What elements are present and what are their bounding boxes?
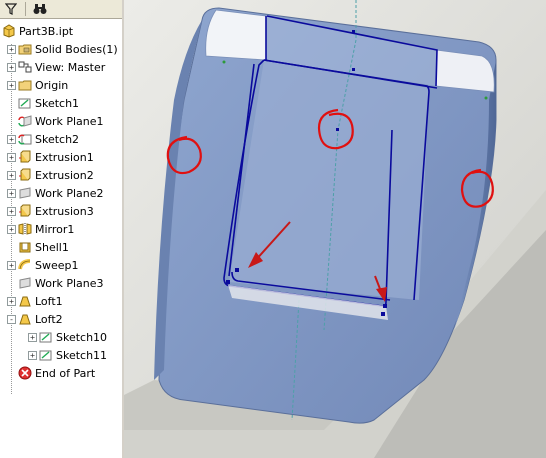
tree-item-solid-bodies-1[interactable]: + Solid Bodies(1) [7, 40, 118, 58]
tree-item-label: Sketch10 [56, 330, 108, 344]
folder-solid-icon [18, 42, 32, 56]
tree-item-sketch2[interactable]: + Sketch2 [7, 130, 79, 148]
expander-toggle[interactable]: + [7, 170, 16, 180]
tree-item-label: Sketch2 [35, 132, 80, 146]
expander-toggle[interactable]: + [7, 224, 16, 234]
tree-item-label: Sketch1 [35, 96, 80, 110]
loft-icon [18, 294, 32, 308]
expander-toggle[interactable]: - [7, 314, 16, 324]
model-browser: Part3B.ipt + Solid Bodies(1) + View: Master… [0, 0, 124, 458]
tree-item-loft2[interactable]: - Loft2 [7, 310, 63, 328]
tree-item-label: Shell1 [35, 240, 69, 254]
tree-item-sketch11[interactable]: + Sketch11 [28, 346, 107, 364]
tree-item-mirror1[interactable]: + Mirror1 [7, 220, 74, 238]
loft-icon [18, 312, 32, 326]
workplane-icon [18, 276, 32, 290]
feature-tree: Part3B.ipt + Solid Bodies(1) + View: Master… [0, 20, 122, 458]
expander-toggle[interactable]: + [7, 134, 16, 144]
expander-toggle[interactable]: + [7, 80, 16, 90]
binoculars-icon[interactable] [32, 2, 48, 17]
view-icon [18, 60, 32, 74]
tree-item-extrusion1[interactable]: + Extrusion1 [7, 148, 94, 166]
tree-item-label: Work Plane2 [35, 186, 104, 200]
sketch-icon [18, 96, 32, 110]
tree-item-extrusion2[interactable]: + Extrusion2 [7, 166, 94, 184]
part-icon [2, 24, 16, 38]
tree-item-label: Solid Bodies(1) [35, 42, 118, 56]
tree-item-label: Sketch11 [56, 348, 108, 362]
tree-item-label: Sweep1 [35, 258, 79, 272]
tree-item-loft1[interactable]: + Loft1 [7, 292, 63, 310]
expander-toggle[interactable]: + [28, 332, 37, 342]
tree-item-label: Mirror1 [35, 222, 75, 236]
toolbar-separator [25, 2, 26, 16]
tree-item-work-plane3[interactable]: Work Plane3 [7, 274, 104, 292]
model-view[interactable] [124, 0, 546, 458]
tree-item-view-master[interactable]: + View: Master [7, 58, 105, 76]
tree-root[interactable]: Part3B.ipt [2, 22, 73, 40]
workplane-icon [18, 186, 32, 200]
sketch-icon [39, 348, 53, 362]
tree-item-label: Origin [35, 78, 69, 92]
extrusion-icon [18, 150, 32, 164]
sketch-shared-icon [18, 132, 32, 146]
expander-toggle[interactable]: + [7, 296, 16, 306]
tree-item-label: Work Plane3 [35, 276, 104, 290]
tree-item-label: Extrusion3 [35, 204, 94, 218]
tree-item-label: View: Master [35, 60, 106, 74]
tree-item-work-plane2[interactable]: + Work Plane2 [7, 184, 104, 202]
mirror-icon [18, 222, 32, 236]
expander-toggle[interactable]: + [7, 260, 16, 270]
tree-item-end-of-part[interactable]: End of Part [7, 364, 95, 382]
expander-toggle[interactable]: + [7, 188, 16, 198]
browser-toolbar [0, 0, 122, 19]
tree-item-sketch10[interactable]: + Sketch10 [28, 328, 107, 346]
top-left-face [205, 9, 267, 61]
expander-toggle[interactable]: + [7, 62, 16, 72]
tree-item-origin[interactable]: + Origin [7, 76, 68, 94]
sweep-icon [18, 258, 32, 272]
tree-item-label: Extrusion2 [35, 168, 94, 182]
tree-item-label: Work Plane1 [35, 114, 104, 128]
sketch-icon [39, 330, 53, 344]
tree-item-sweep1[interactable]: + Sweep1 [7, 256, 79, 274]
expander-toggle[interactable]: + [7, 44, 16, 54]
tree-item-sketch1[interactable]: Sketch1 [7, 94, 79, 112]
expander-toggle[interactable]: + [7, 152, 16, 162]
graphics-viewport[interactable] [124, 0, 546, 458]
tree-item-label: Loft1 [35, 294, 63, 308]
tree-item-label: Extrusion1 [35, 150, 94, 164]
tree-item-work-plane1[interactable]: Work Plane1 [7, 112, 104, 130]
tree-item-extrusion3[interactable]: + Extrusion3 [7, 202, 94, 220]
extrusion-icon [18, 204, 32, 218]
filter-icon[interactable] [3, 2, 19, 17]
workplane-shared-icon [18, 114, 32, 128]
tree-item-shell1[interactable]: Shell1 [7, 238, 69, 256]
extrusion-icon [18, 168, 32, 182]
shell-icon [18, 240, 32, 254]
expander-toggle[interactable]: + [7, 206, 16, 216]
folder-icon [18, 78, 32, 92]
tree-item-label: End of Part [35, 366, 96, 380]
end-of-part-icon [18, 366, 32, 380]
tree-item-label: Loft2 [35, 312, 63, 326]
tree-root-label: Part3B.ipt [19, 24, 74, 38]
expander-toggle[interactable]: + [28, 350, 37, 360]
